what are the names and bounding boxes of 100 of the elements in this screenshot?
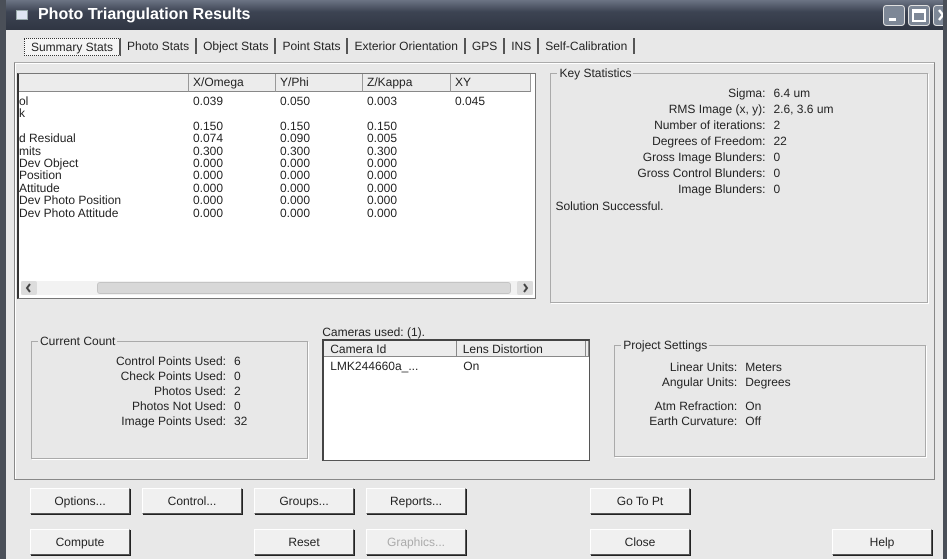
column-header[interactable]: XY <box>451 74 531 92</box>
field-value: 2 <box>234 384 242 398</box>
field-label: Degrees of Freedom: <box>651 134 766 148</box>
tab[interactable]: Photo Stats <box>121 38 198 54</box>
field-label: Number of iterations: <box>653 118 766 132</box>
field-label: Image Blunders: <box>677 182 766 196</box>
field-value: 0 <box>773 150 782 164</box>
tab[interactable]: Object Stats <box>197 38 276 54</box>
field-label: Image Points Used: <box>120 414 226 428</box>
column-header[interactable]: Y/Phi <box>276 74 363 92</box>
table-cell-text: 0.050 <box>279 95 312 108</box>
table-cell-text: 0.000 <box>192 194 224 207</box>
table-cell-text: On <box>462 359 480 373</box>
table-cell-text: 0.300 <box>279 144 312 157</box>
table-cell-text: 0.000 <box>366 156 398 170</box>
group-title: Key Statistics <box>557 66 634 80</box>
row-label: Position <box>19 169 62 182</box>
table-cell-text: 0.005 <box>366 132 398 145</box>
column-header[interactable]: Z/Kappa <box>363 74 451 92</box>
field-value: 0 <box>234 369 242 383</box>
window-title: Photo Triangulation Results <box>38 6 252 24</box>
row-label: Attitude <box>19 182 61 194</box>
table-cell-text: 0.090 <box>279 132 312 145</box>
row-label: Dev Photo Position <box>19 194 122 207</box>
table-cell-text: 0.039 <box>192 95 224 108</box>
button[interactable]: Close <box>590 529 690 555</box>
field-value: Degrees <box>745 375 792 389</box>
button[interactable]: Groups... <box>254 488 354 514</box>
tab[interactable]: GPS <box>466 38 506 54</box>
table-cell-text: 0.000 <box>279 206 312 219</box>
status-message: Solution Successful. <box>555 199 665 213</box>
button[interactable]: Reports... <box>366 488 466 514</box>
field-value: 0 <box>773 182 782 196</box>
tab[interactable]: INS <box>505 38 540 54</box>
column-header[interactable]: Camera Id <box>324 341 457 357</box>
table-cell-text: 0.000 <box>192 169 224 182</box>
field-value: Off <box>745 414 762 428</box>
field-label: RMS Image (x, y): <box>668 102 766 116</box>
tab[interactable]: Summary Stats <box>24 38 122 56</box>
row-label: Dev Object <box>19 156 80 170</box>
table-cell-text: 0.000 <box>366 194 398 207</box>
field-value: Meters <box>745 360 783 374</box>
table-cell-text: 0.000 <box>366 206 398 219</box>
field-value: 22 <box>773 134 788 148</box>
window-icon <box>16 10 28 20</box>
table-cell-text: 0.003 <box>366 95 398 108</box>
field-label: Photos Used: <box>152 384 226 398</box>
field-label: Linear Units: <box>668 360 738 374</box>
scroll-left-button[interactable] <box>21 281 37 295</box>
tab[interactable]: Point Stats <box>276 38 348 54</box>
table-cell-text: 0.300 <box>192 144 224 157</box>
table-cell-text: 0.150 <box>279 120 312 132</box>
button[interactable]: Control... <box>142 488 242 514</box>
field-value: 2.6, 3.6 um <box>773 102 834 116</box>
row-label: k <box>19 107 26 120</box>
tab[interactable]: Exterior Orientation <box>348 38 466 54</box>
table-cell-text: 0.000 <box>192 182 224 194</box>
table-cell-text: 0.000 <box>192 206 224 219</box>
field-label: Earth Curvature: <box>648 414 738 428</box>
maximize-button[interactable] <box>908 4 930 26</box>
column-header[interactable]: Lens Distortion <box>456 341 586 357</box>
group-title: Project Settings <box>621 338 710 352</box>
field-value: 0 <box>773 166 782 180</box>
field-label: Photos Not Used: <box>130 399 226 413</box>
field-value: 0 <box>234 399 242 413</box>
button[interactable]: Compute <box>30 529 130 555</box>
button[interactable]: Reset <box>254 529 354 555</box>
table-cell-text: 0.150 <box>366 120 398 132</box>
column-header[interactable] <box>19 74 189 92</box>
row-label: d Residual <box>19 132 77 145</box>
table-cell-text: 0.074 <box>192 132 224 145</box>
group-title: Current Count <box>38 334 118 348</box>
field-value: 6.4 um <box>773 86 812 100</box>
scroll-thumb[interactable] <box>97 282 512 294</box>
row-label: mits <box>19 144 42 157</box>
button[interactable]: Help <box>832 529 932 555</box>
field-label: Check Points Used: <box>120 369 226 383</box>
column-header[interactable]: X/Omega <box>189 74 276 92</box>
field-value: 6 <box>234 354 242 368</box>
table-cell-text: 0.045 <box>454 95 486 108</box>
button[interactable]: Options... <box>30 488 130 514</box>
row-label: Dev Photo Attitude <box>19 206 120 219</box>
table-cell-text: 0.000 <box>366 182 398 194</box>
field-label: Control Points Used: <box>114 354 226 368</box>
field-label: Sigma: <box>727 86 766 100</box>
button[interactable]: Go To Pt <box>590 488 690 514</box>
close-button[interactable] <box>933 4 943 26</box>
column-header[interactable] <box>586 341 590 357</box>
table-cell-text: 0.000 <box>279 194 312 207</box>
horizontal-scrollbar[interactable] <box>21 281 534 295</box>
minimize-button[interactable] <box>883 4 905 26</box>
tab[interactable]: Self-Calibration <box>539 38 636 54</box>
list-caption: Cameras used: (1). <box>322 325 426 339</box>
table-cell-text: 0.300 <box>366 144 398 157</box>
table-cell-text: 0.000 <box>279 156 312 170</box>
field-value: On <box>745 399 762 413</box>
scroll-right-button[interactable] <box>517 281 534 295</box>
field-label: Gross Control Blunders: <box>636 166 766 180</box>
table-cell-text: 0.000 <box>192 156 224 170</box>
table-cell-text: 0.000 <box>279 182 312 194</box>
